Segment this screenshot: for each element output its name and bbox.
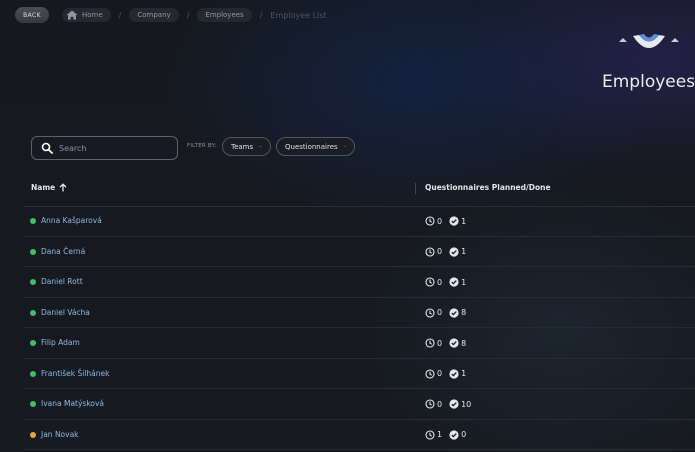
- teams-filter-dropdown[interactable]: Teams: [222, 137, 271, 156]
- employee-name-link[interactable]: Daniel Vácha: [41, 308, 90, 317]
- planned-count: 0: [437, 216, 443, 226]
- breadcrumb-company[interactable]: Company: [129, 8, 179, 22]
- check-circle-icon: [449, 246, 459, 257]
- clock-icon: [425, 368, 435, 379]
- employee-name-link[interactable]: Anna Kašparová: [41, 216, 102, 225]
- home-icon: [66, 10, 78, 20]
- questionnaire-counts: 08: [425, 337, 473, 349]
- done-count: 0: [461, 430, 467, 439]
- search-icon: [41, 142, 53, 154]
- questionnaire-counts: 0 10: [425, 398, 478, 410]
- employee-name-link[interactable]: Dana Černá: [41, 247, 85, 256]
- column-header-questionnaires: Questionnaires Planned/Done: [425, 183, 551, 192]
- breadcrumb-separator: /: [259, 10, 263, 20]
- table-row[interactable]: Anna Kašparová 0 1: [24, 206, 695, 237]
- employee-name-link[interactable]: Jan Novak: [41, 430, 79, 439]
- top-bar: BACK Home / Company / Employees / Employ…: [0, 0, 695, 30]
- table-row[interactable]: Filip Adam 0 8: [24, 328, 695, 359]
- column-header-name-label: Name: [31, 183, 56, 192]
- check-circle-icon: [449, 307, 459, 318]
- employee-name-link[interactable]: Ivana Matýsková: [41, 399, 104, 408]
- questionnaire-counts: 01: [425, 215, 473, 227]
- check-circle-icon: [449, 399, 459, 409]
- clock-icon: [425, 429, 435, 440]
- planned-count: 1: [437, 430, 443, 439]
- status-dot: [30, 248, 36, 255]
- breadcrumb-separator: /: [118, 10, 122, 20]
- questionnaires-filter-label: Questionnaires: [285, 142, 338, 151]
- check-circle-icon: [449, 338, 459, 348]
- status-dot: [30, 309, 36, 316]
- check-circle-icon: [449, 368, 459, 379]
- done-count: 8: [461, 308, 467, 317]
- chevron-down-icon: [259, 145, 262, 148]
- questionnaire-counts: 08: [425, 307, 473, 319]
- clock-icon: [425, 399, 435, 409]
- status-dot: [30, 401, 36, 407]
- breadcrumb-home[interactable]: Home: [62, 8, 111, 22]
- check-circle-icon: [449, 216, 459, 226]
- column-header-name[interactable]: Name: [31, 183, 67, 192]
- done-count: 1: [461, 216, 467, 226]
- breadcrumb-current: Employee List: [270, 10, 327, 20]
- planned-count: 0: [437, 399, 443, 409]
- breadcrumb-home-label: Home: [82, 11, 103, 19]
- status-dot: [30, 431, 36, 438]
- status-dot: [30, 279, 36, 285]
- breadcrumb-employees[interactable]: Employees: [197, 8, 252, 22]
- employee-name-link[interactable]: Daniel Rott: [41, 277, 83, 286]
- done-count: 10: [461, 399, 472, 409]
- table-row[interactable]: Daniel Vácha 0 8: [24, 298, 695, 328]
- planned-count: 0: [437, 308, 443, 317]
- employee-table-body: Anna Kašparová 0 1 Dana Černá 0 1 Daniel Rott 0…: [24, 206, 695, 450]
- logo-icon: [619, 34, 679, 48]
- table-row[interactable]: Dana Černá 0 1: [24, 237, 695, 267]
- employee-name-link[interactable]: František Šilhánek: [41, 369, 109, 378]
- table-row[interactable]: Jan Novak 1 0: [24, 420, 695, 450]
- table-row[interactable]: Ivana Matýsková 0 10: [24, 389, 695, 420]
- status-dot: [30, 340, 36, 346]
- check-circle-icon: [449, 277, 459, 287]
- questionnaire-counts: 01: [425, 368, 473, 380]
- clock-icon: [425, 338, 435, 348]
- check-circle-icon: [449, 429, 459, 440]
- done-count: 1: [461, 369, 467, 378]
- done-count: 1: [461, 277, 467, 287]
- questionnaire-counts: 01: [425, 276, 473, 288]
- filter-by-label: FILTER BY:: [187, 143, 217, 149]
- back-button[interactable]: BACK: [15, 7, 49, 23]
- teams-filter-label: Teams: [231, 142, 254, 151]
- clock-icon: [425, 277, 435, 287]
- planned-count: 0: [437, 247, 443, 256]
- chevron-down-icon: [343, 145, 346, 148]
- questionnaires-filter-dropdown[interactable]: Questionnaires: [276, 137, 355, 156]
- clock-icon: [425, 216, 435, 226]
- planned-count: 0: [437, 338, 443, 348]
- breadcrumb: Home / Company / Employees / Employee Li…: [62, 8, 327, 22]
- status-dot: [30, 218, 36, 224]
- clock-icon: [425, 246, 435, 257]
- page-title: Employees: [602, 72, 695, 92]
- employee-name-link[interactable]: Filip Adam: [41, 338, 80, 347]
- column-divider: [415, 183, 416, 194]
- status-dot: [30, 370, 36, 377]
- search-field[interactable]: [31, 136, 178, 160]
- planned-count: 0: [437, 277, 443, 287]
- questionnaire-counts: 01: [425, 246, 473, 258]
- done-count: 1: [461, 247, 467, 256]
- done-count: 8: [461, 338, 467, 348]
- questionnaire-counts: 10: [425, 429, 473, 441]
- search-input[interactable]: [59, 143, 169, 153]
- breadcrumb-separator: /: [186, 10, 190, 20]
- clock-icon: [425, 307, 435, 318]
- table-row[interactable]: Daniel Rott 0 1: [24, 267, 695, 298]
- sort-arrow-up-icon: [59, 183, 67, 192]
- planned-count: 0: [437, 369, 443, 378]
- table-row[interactable]: František Šilhánek 0 1: [24, 359, 695, 389]
